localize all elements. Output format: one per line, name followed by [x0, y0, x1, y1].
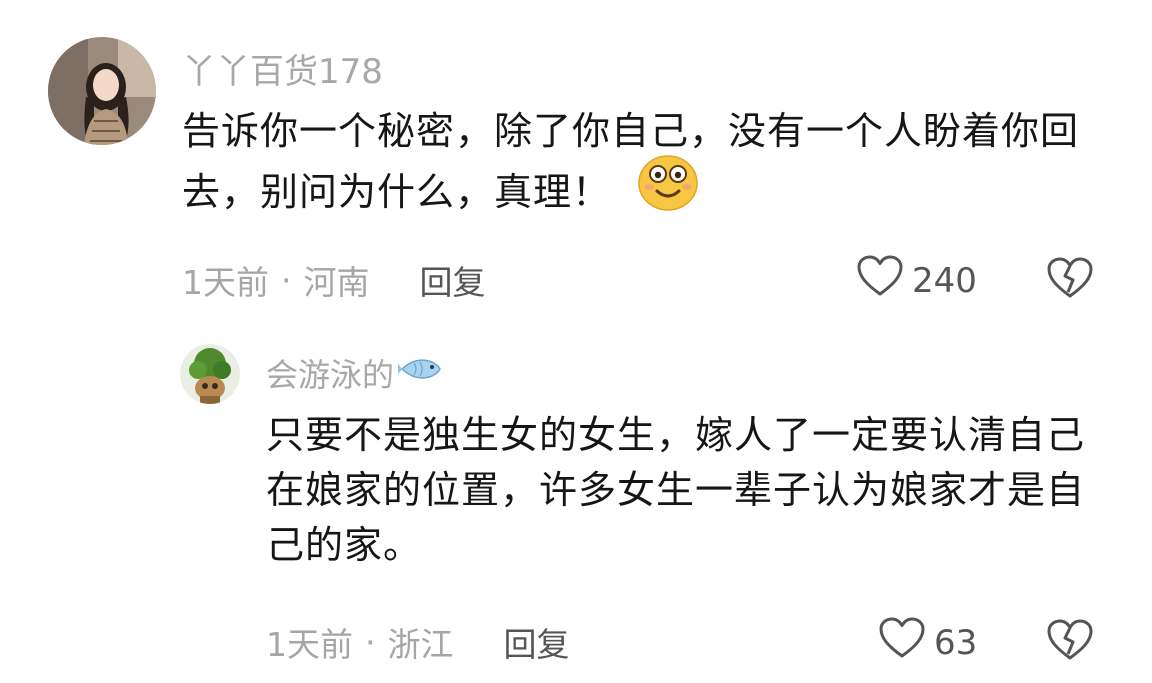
heart-icon [878, 616, 926, 669]
comment-meta: 1天前 · 河南 回复 [182, 256, 486, 304]
reply-button[interactable]: 回复 [504, 618, 570, 666]
like-count: 240 [912, 260, 977, 301]
fish-icon [396, 354, 444, 392]
separator-dot: · [365, 622, 376, 662]
username[interactable]: 会游泳的 [266, 350, 444, 396]
comment-text: 只要不是独生女的女生，嫁人了一定要认清自己在娘家的位置，许多女生一辈子认为娘家才… [266, 413, 1086, 568]
broken-heart-icon [1046, 257, 1094, 304]
heart-icon [856, 254, 904, 307]
like-count: 63 [934, 622, 978, 663]
like-button[interactable]: 63 [878, 616, 977, 669]
dislike-button[interactable] [1046, 256, 1094, 304]
comment-meta: 1天前 · 浙江 回复 [266, 618, 570, 666]
timestamp: 1天前 [266, 625, 353, 664]
username[interactable]: 丫丫百货178 [182, 44, 383, 93]
timestamp: 1天前 [182, 263, 269, 302]
location: 河南 [303, 263, 370, 302]
comment-text-wrap: 告诉你一个秘密，除了你自己，没有一个人盼着你回去，别问为什么，真理！ [182, 104, 1092, 230]
location: 浙江 [387, 625, 454, 664]
comment-text: 告诉你一个秘密，除了你自己，没有一个人盼着你回去，别问为什么，真理！ [182, 109, 1080, 215]
dislike-button[interactable] [1046, 618, 1094, 666]
broken-heart-icon [1046, 619, 1094, 666]
user-avatar[interactable] [48, 37, 156, 145]
like-button[interactable]: 240 [856, 254, 977, 307]
username-text: 会游泳的 [266, 356, 395, 394]
separator-dot: · [281, 260, 292, 300]
smile-emoji-icon [638, 155, 698, 226]
reply-button[interactable]: 回复 [420, 256, 486, 304]
user-avatar[interactable] [180, 344, 240, 404]
